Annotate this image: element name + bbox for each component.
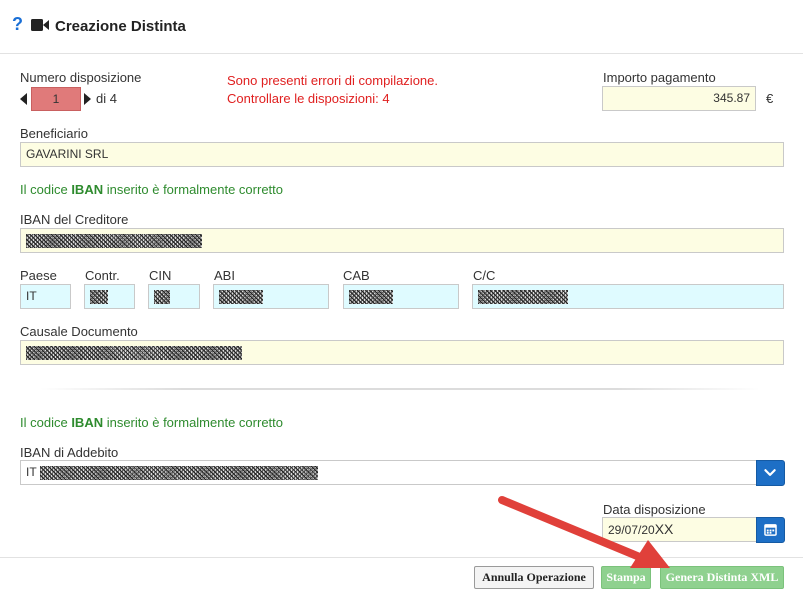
document-reason-input[interactable] (20, 340, 784, 365)
calendar-icon (764, 524, 777, 536)
dialog-title: Creazione Distinta (55, 18, 186, 35)
redacted-value (26, 345, 242, 360)
generate-xml-button[interactable]: Genera Distinta XML (660, 566, 784, 589)
redacted-value (219, 289, 263, 304)
redacted-value (90, 289, 108, 304)
payment-amount-input[interactable]: 345.87 (602, 86, 756, 111)
video-camera-icon[interactable] (31, 19, 49, 31)
debit-iban-country: IT (26, 465, 37, 479)
beneficiary-input[interactable]: GAVARINI SRL (20, 142, 784, 167)
disposition-date-input[interactable]: 29/07/20XX (602, 517, 757, 542)
disposition-number-label: Numero disposizione (20, 70, 142, 85)
redacted-value (349, 289, 393, 304)
redacted-value (39, 465, 318, 480)
error-message-line-1: Sono presenti errori di compilazione. (227, 73, 438, 88)
disposition-total: di 4 (96, 91, 117, 106)
currency-symbol: € (766, 91, 774, 106)
redacted-value (478, 289, 568, 304)
dialog-header: ? Creazione Distinta (0, 0, 803, 54)
section-divider (40, 388, 760, 390)
cin-input[interactable] (148, 284, 200, 309)
redacted-value (154, 289, 170, 304)
account-number-label: C/C (473, 268, 496, 283)
chevron-down-icon (764, 469, 776, 476)
cab-input[interactable] (343, 284, 459, 309)
abi-label: ABI (214, 268, 235, 283)
next-disposition-icon[interactable] (84, 93, 91, 105)
check-digits-label: Contr. (85, 268, 120, 283)
country-label: Paese (20, 268, 57, 283)
date-year-suffix: XX (654, 521, 674, 537)
beneficiary-label: Beneficiario (20, 126, 88, 141)
calendar-button[interactable] (756, 517, 785, 543)
document-reason-label: Causale Documento (20, 324, 138, 339)
iban-valid-message: Il codice IBAN inserito è formalmente co… (20, 415, 283, 430)
cancel-operation-button[interactable]: Annulla Operazione (474, 566, 594, 589)
cab-label: CAB (343, 268, 370, 283)
abi-input[interactable] (213, 284, 329, 309)
payment-amount-label: Importo pagamento (603, 70, 716, 85)
cin-label: CIN (149, 268, 172, 283)
help-icon[interactable]: ? (12, 14, 23, 34)
check-digits-input[interactable] (84, 284, 135, 309)
creditor-iban-input[interactable] (20, 228, 784, 253)
debit-iban-label: IBAN di Addebito (20, 445, 119, 460)
debit-iban-select[interactable]: IT (20, 460, 757, 485)
previous-disposition-icon[interactable] (20, 93, 27, 105)
redacted-value (26, 233, 202, 248)
debit-iban-dropdown-button[interactable] (756, 460, 785, 486)
creditor-iban-label: IBAN del Creditore (20, 212, 129, 227)
country-input[interactable]: IT (20, 284, 71, 309)
iban-valid-message: Il codice IBAN inserito è formalmente co… (20, 182, 283, 197)
date-value: 29/07/20 (608, 523, 655, 537)
error-message-line-2: Controllare le disposizioni: 4 (227, 91, 390, 106)
account-number-input[interactable] (472, 284, 784, 309)
disposition-date-label: Data disposizione (603, 502, 706, 517)
disposition-number-input[interactable]: 1 (31, 87, 81, 111)
print-button[interactable]: Stampa (601, 566, 651, 589)
